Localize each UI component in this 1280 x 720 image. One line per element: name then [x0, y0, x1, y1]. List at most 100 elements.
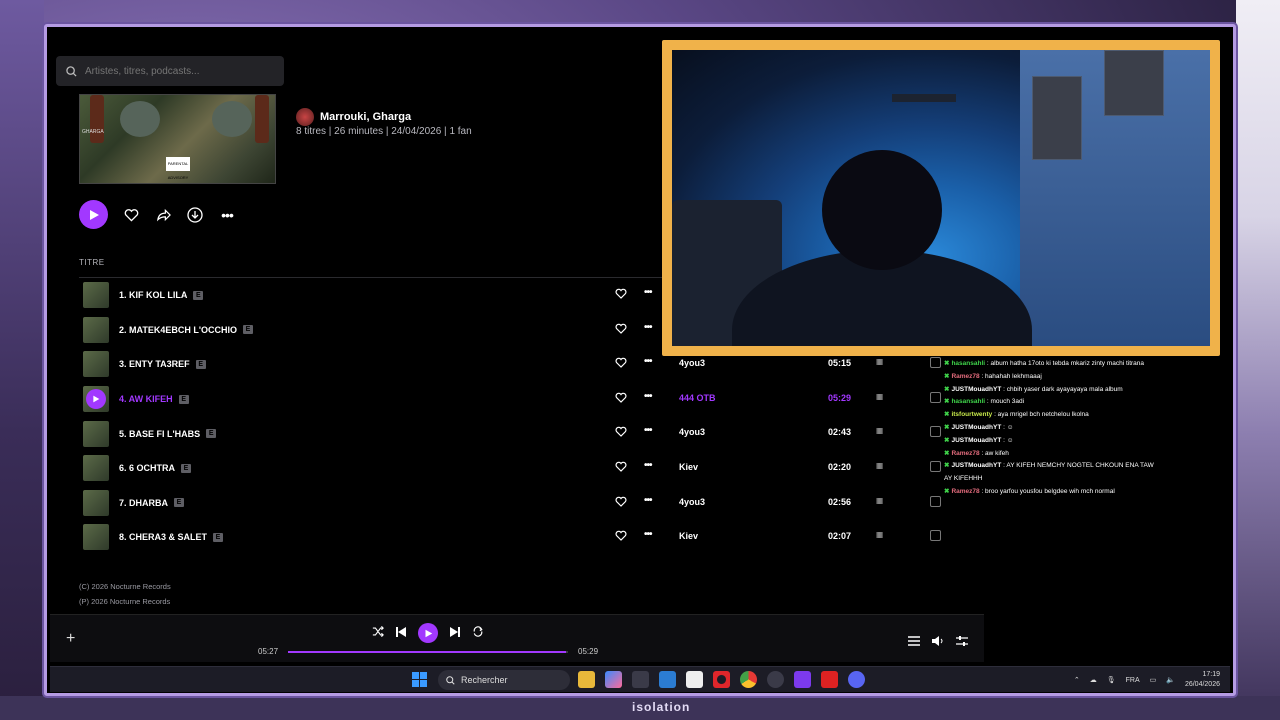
- chat-username[interactable]: JUSTMouadhYT: [951, 386, 1001, 393]
- track-checkbox[interactable]: [930, 426, 941, 438]
- volume-icon[interactable]: [932, 633, 944, 651]
- clock[interactable]: 17:19 26/04/2026: [1185, 670, 1220, 690]
- track-title[interactable]: 3. ENTY TA3REF: [119, 359, 190, 369]
- play-album-button[interactable]: [79, 200, 108, 229]
- track-row[interactable]: 5. BASE FI L'HABS E ••• 4you3 02:43 IIIII: [79, 416, 949, 451]
- track-row[interactable]: 8. CHERA3 & SALET E ••• Kiev 02:07 IIIII: [79, 520, 949, 555]
- popularity-bars: IIIII: [876, 531, 883, 541]
- chat-badge-icon: ✖: [944, 372, 950, 380]
- network-icon[interactable]: ▭: [1150, 676, 1157, 684]
- equalizer-icon[interactable]: [956, 633, 968, 651]
- track-more-icon[interactable]: •••: [644, 287, 652, 298]
- track-more-icon[interactable]: •••: [644, 425, 652, 436]
- track-more-icon[interactable]: •••: [644, 495, 652, 506]
- playing-button[interactable]: [86, 389, 106, 410]
- track-heart-icon[interactable]: [615, 530, 627, 543]
- track-row-active[interactable]: 4. AW KIFEH E ••• 444 OTB 05:29 IIIII: [79, 382, 949, 417]
- chat-username[interactable]: hasansahli: [951, 360, 985, 367]
- copilot-icon[interactable]: [605, 671, 622, 688]
- track-artist[interactable]: Kiev: [679, 462, 698, 472]
- track-heart-icon[interactable]: [615, 392, 627, 405]
- track-title[interactable]: 8. CHERA3 & SALET: [119, 532, 207, 542]
- chat-username[interactable]: JUSTMouadhYT: [951, 462, 1001, 469]
- chrome-icon[interactable]: [740, 671, 757, 688]
- track-heart-icon[interactable]: [615, 288, 627, 301]
- track-heart-icon[interactable]: [615, 461, 627, 474]
- track-more-icon[interactable]: •••: [644, 529, 652, 540]
- chat-username[interactable]: JUSTMouadhYT: [951, 437, 1001, 444]
- track-title[interactable]: 5. BASE FI L'HABS: [119, 429, 200, 439]
- track-heart-icon[interactable]: [615, 426, 627, 439]
- track-heart-icon[interactable]: [615, 496, 627, 509]
- repeat-icon[interactable]: [472, 624, 484, 642]
- obs-icon[interactable]: [767, 671, 784, 688]
- cloud-icon[interactable]: ☁: [1090, 676, 1097, 684]
- track-heart-icon[interactable]: [615, 357, 627, 370]
- chat-username[interactable]: Ramez78: [951, 488, 979, 495]
- track-title[interactable]: 2. MATEK4EBCH L'OCCHIO: [119, 325, 237, 335]
- column-header-title[interactable]: TITRE: [79, 258, 689, 278]
- track-checkbox[interactable]: [930, 495, 941, 507]
- track-thumbnail: [83, 316, 109, 343]
- search-input[interactable]: [85, 65, 275, 77]
- track-title[interactable]: 4. AW KIFEH: [119, 394, 173, 404]
- track-duration: 05:29: [828, 392, 852, 403]
- chat-username[interactable]: Ramez78: [951, 450, 979, 457]
- next-icon[interactable]: [450, 624, 460, 642]
- taskbar-search[interactable]: Rechercher: [438, 670, 570, 690]
- popularity-bars: IIIII: [876, 496, 883, 506]
- player-bar: + 05:27 05:29: [50, 614, 984, 662]
- microphone-icon[interactable]: 🎙: [1107, 676, 1116, 684]
- track-more-icon[interactable]: •••: [644, 460, 652, 471]
- share-icon: [156, 208, 171, 221]
- album-artists[interactable]: Marrouki, Gharga: [296, 108, 411, 126]
- track-row[interactable]: 7. DHARBA E ••• 4you3 02:56 IIIII: [79, 486, 949, 521]
- track-checkbox[interactable]: [930, 391, 941, 403]
- download-button[interactable]: [186, 206, 204, 224]
- previous-icon[interactable]: [396, 624, 406, 642]
- track-artist[interactable]: Kiev: [679, 531, 698, 541]
- speaker-icon[interactable]: 🔈: [1166, 676, 1175, 684]
- chat-username[interactable]: hasansahli: [951, 398, 985, 405]
- track-more-icon[interactable]: •••: [644, 356, 652, 367]
- language-indicator[interactable]: FRA: [1126, 677, 1140, 684]
- file-explorer-icon[interactable]: [578, 671, 595, 688]
- track-row[interactable]: 6. 6 OCHTRA E ••• Kiev 02:20 IIIII: [79, 451, 949, 486]
- discord-icon[interactable]: [848, 671, 865, 688]
- share-button[interactable]: [154, 206, 172, 224]
- track-more-icon[interactable]: •••: [644, 391, 652, 402]
- shuffle-icon[interactable]: [372, 624, 384, 642]
- mail-icon[interactable]: [659, 671, 676, 688]
- track-checkbox[interactable]: [930, 530, 941, 542]
- track-title[interactable]: 6. 6 OCHTRA: [119, 463, 175, 473]
- notion-icon[interactable]: [686, 671, 703, 688]
- track-title[interactable]: 7. DHARBA: [119, 498, 168, 508]
- favorite-button[interactable]: [122, 206, 140, 224]
- chat-username[interactable]: Ramez78: [951, 373, 979, 380]
- chat-username[interactable]: JUSTMouadhYT: [951, 424, 1001, 431]
- twitch-heart-icon[interactable]: [794, 671, 811, 688]
- play-pause-button[interactable]: [418, 623, 438, 643]
- track-artist[interactable]: 4you3: [679, 497, 705, 507]
- search-box[interactable]: [56, 56, 284, 86]
- track-artist[interactable]: 444 OTB: [679, 393, 716, 403]
- queue-icon[interactable]: [908, 633, 920, 651]
- more-options-button[interactable]: •••: [218, 206, 236, 224]
- track-checkbox[interactable]: [930, 357, 941, 369]
- track-more-icon[interactable]: •••: [644, 322, 652, 333]
- chat-username[interactable]: itsfourtwenty: [951, 411, 992, 418]
- track-checkbox[interactable]: [930, 460, 941, 472]
- add-icon[interactable]: +: [66, 630, 75, 648]
- windows-start-icon[interactable]: [412, 672, 427, 687]
- artists-label[interactable]: Marrouki, Gharga: [320, 111, 411, 123]
- track-title[interactable]: 1. KIF KOL LILA: [119, 290, 187, 300]
- chevron-up-icon[interactable]: ⌃: [1074, 676, 1080, 684]
- track-artist[interactable]: 4you3: [679, 358, 705, 368]
- progress-bar[interactable]: [288, 651, 568, 653]
- track-artist[interactable]: 4you3: [679, 427, 705, 437]
- store-icon[interactable]: [632, 671, 649, 688]
- popularity-bars: IIIII: [876, 461, 883, 471]
- red-app-icon[interactable]: [821, 671, 838, 688]
- opera-icon[interactable]: [713, 671, 730, 688]
- track-heart-icon[interactable]: [615, 323, 627, 336]
